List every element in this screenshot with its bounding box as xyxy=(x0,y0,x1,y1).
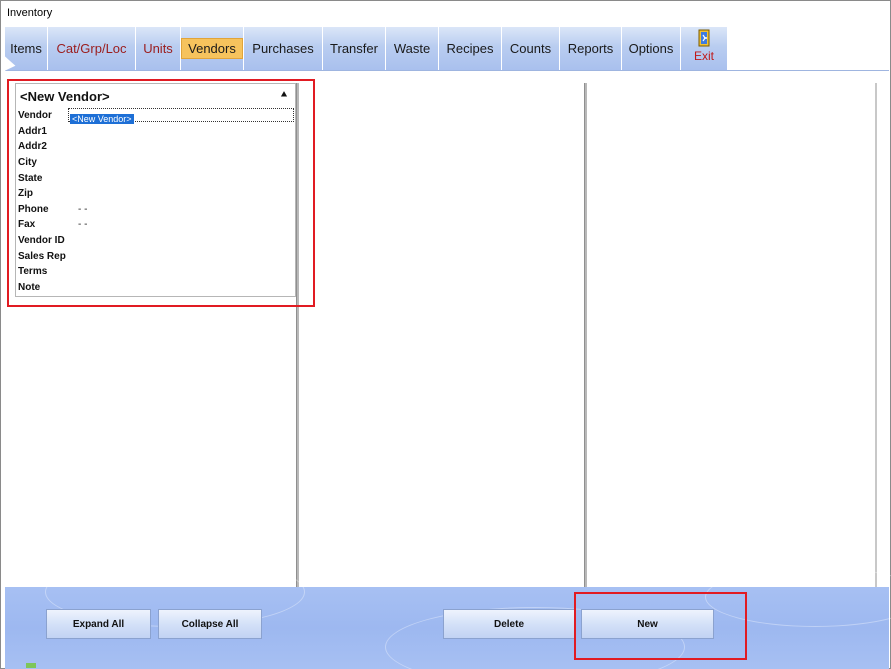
tab-content-border xyxy=(5,70,889,71)
tab-reports[interactable]: Reports xyxy=(560,27,622,70)
exit-label: Exit xyxy=(693,49,714,63)
app-window: Inventory Items Cat/Grp/Loc Units Vendor… xyxy=(0,0,891,669)
tab-label: Counts xyxy=(509,41,552,56)
tab-options[interactable]: Options xyxy=(622,27,681,70)
collapse-all-button[interactable]: Collapse All xyxy=(158,609,262,639)
tab-label: Vendors xyxy=(181,38,243,59)
tab-label: Items xyxy=(10,41,42,56)
tab-label: Cat/Grp/Loc xyxy=(56,41,127,56)
tab-label: Transfer xyxy=(330,41,378,56)
tab-label: Units xyxy=(143,41,173,56)
tab-recipes[interactable]: Recipes xyxy=(439,27,502,70)
tab-label: Recipes xyxy=(446,41,494,56)
tab-transfer[interactable]: Transfer xyxy=(323,27,386,70)
highlight-box-vendor-card xyxy=(7,79,315,307)
tab-purchases[interactable]: Purchases xyxy=(244,27,323,70)
tab-label: Reports xyxy=(567,41,614,56)
tab-cat-grp-loc[interactable]: Cat/Grp/Loc xyxy=(48,27,136,70)
highlight-box-new-button xyxy=(574,592,747,660)
exit-door-icon xyxy=(698,29,710,47)
status-indicator xyxy=(26,663,36,668)
tab-units[interactable]: Units xyxy=(136,27,181,70)
tab-vendors[interactable]: Vendors xyxy=(181,27,244,70)
column-splitter-right xyxy=(875,83,877,587)
tab-waste[interactable]: Waste xyxy=(386,27,439,70)
expand-all-button[interactable]: Expand All xyxy=(46,609,151,639)
window-title: Inventory xyxy=(7,7,53,19)
main-tab-bar: Items Cat/Grp/Loc Units Vendors Purchase… xyxy=(5,27,728,70)
delete-button[interactable]: Delete xyxy=(443,609,575,639)
column-splitter-middle[interactable] xyxy=(584,83,587,587)
tab-label: Options xyxy=(628,41,674,56)
exit-button[interactable]: Exit xyxy=(681,27,728,70)
tab-counts[interactable]: Counts xyxy=(502,27,560,70)
tab-label: Purchases xyxy=(252,41,314,56)
tab-label: Waste xyxy=(393,41,431,56)
